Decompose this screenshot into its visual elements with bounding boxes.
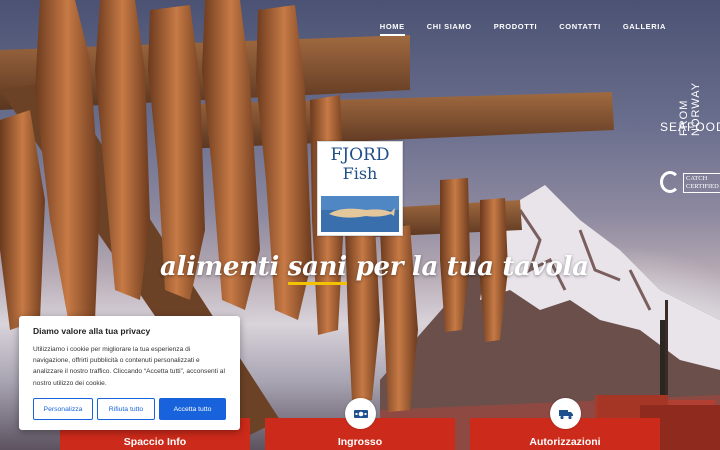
cookie-accept-button[interactable]: Accetta tutto xyxy=(159,398,226,420)
cookie-consent-banner: Diamo valore alla tua privacy Utilizziam… xyxy=(19,316,240,430)
nav-galleria[interactable]: GALLERIA xyxy=(623,22,666,36)
money-icon xyxy=(345,398,376,429)
nav-chi-siamo[interactable]: CHI SIAMO xyxy=(427,22,472,36)
hero-tagline: alimenti sani per la tua tavola xyxy=(160,252,589,285)
logo-subtitle: Fish xyxy=(342,164,378,183)
tagline-part-1: alimenti xyxy=(160,252,288,282)
card-label: Autorizzazioni xyxy=(529,436,601,448)
cookie-title: Diamo valore alla tua privacy xyxy=(33,326,151,336)
fish-icon xyxy=(321,196,399,232)
catch-certified-badge: CATCH CERTIFIED xyxy=(657,168,720,196)
cookie-buttons: Personalizza Rifiuta tutto Accetta tutto xyxy=(33,398,226,420)
seafood-from-norway-badge: SEAFOOD FROM NORWAY xyxy=(656,76,720,166)
nav-contatti[interactable]: CONTATTI xyxy=(559,22,601,36)
catch-logo-icon xyxy=(660,171,680,193)
truck-icon xyxy=(550,398,581,429)
fjord-fish-logo[interactable]: FJORD Fish xyxy=(317,141,403,236)
catch-certified-text: CATCH CERTIFIED xyxy=(683,173,720,193)
tagline-part-2: per la tua tavola xyxy=(346,252,589,282)
tagline-highlight: sani xyxy=(287,252,347,285)
main-nav: HOME CHI SIAMO PRODOTTI CONTATTI GALLERI… xyxy=(379,22,666,36)
logo-title: FJORD xyxy=(330,145,390,165)
nav-prodotti[interactable]: PRODOTTI xyxy=(494,22,538,36)
badge-from-norway-text: FROM NORWAY xyxy=(678,81,702,136)
card-label: Ingrosso xyxy=(337,436,383,448)
hero-background: HOME CHI SIAMO PRODOTTI CONTATTI GALLERI… xyxy=(0,0,720,450)
nav-home[interactable]: HOME xyxy=(379,22,405,36)
cookie-customize-button[interactable]: Personalizza xyxy=(33,398,93,420)
cookie-description: Utilizziamo i cookie per migliorare la t… xyxy=(33,346,225,387)
card-label: Spaccio Info xyxy=(123,436,187,448)
cookie-reject-button[interactable]: Rifiuta tutto xyxy=(97,398,155,420)
